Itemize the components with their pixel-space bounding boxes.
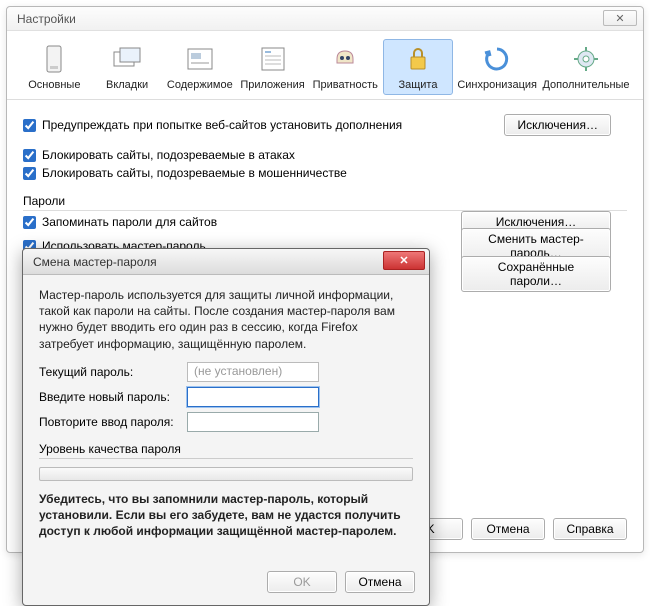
dialog-titlebar: Смена мастер-пароля ✕	[23, 249, 429, 275]
checkbox-block-attack[interactable]	[23, 149, 36, 162]
label-remember-passwords: Запоминать пароли для сайтов	[42, 215, 217, 229]
titlebar: Настройки ✕	[7, 7, 643, 31]
saved-passwords-button[interactable]: Сохранённые пароли…	[461, 256, 611, 292]
sync-icon	[481, 43, 513, 75]
dialog-title: Смена мастер-пароля	[33, 255, 157, 269]
label-warn-addons: Предупреждать при попытке веб-сайтов уст…	[42, 118, 402, 132]
passwords-group-label: Пароли	[23, 194, 627, 211]
new-password-input[interactable]	[187, 387, 319, 407]
dialog-ok-button[interactable]: OK	[267, 571, 337, 593]
lock-icon	[402, 43, 434, 75]
tab-security[interactable]: Защита	[383, 39, 454, 95]
dialog-close-icon[interactable]: ✕	[383, 251, 425, 270]
tab-tabs[interactable]: Вкладки	[92, 39, 163, 95]
repeat-password-label: Повторите ввод пароля:	[39, 415, 187, 429]
current-password-display: (не установлен)	[187, 362, 319, 382]
tab-content[interactable]: Содержимое	[164, 39, 235, 95]
label-block-attack: Блокировать сайты, подозреваемые в атака…	[42, 148, 295, 162]
checkbox-remember-passwords[interactable]	[23, 216, 36, 229]
label-block-fraud: Блокировать сайты, подозреваемые в мошен…	[42, 166, 347, 180]
checkbox-block-fraud[interactable]	[23, 167, 36, 180]
general-icon	[38, 43, 70, 75]
window-title: Настройки	[17, 12, 76, 26]
tab-apps[interactable]: Приложения	[237, 39, 308, 95]
tab-sync[interactable]: Синхронизация	[455, 39, 539, 95]
privacy-icon	[329, 43, 361, 75]
toolbar: Основные Вкладки Содержимое Приложения П…	[7, 31, 643, 100]
current-password-label: Текущий пароль:	[39, 365, 187, 379]
quality-label: Уровень качества пароля	[39, 442, 413, 459]
gear-icon	[570, 43, 602, 75]
tab-general[interactable]: Основные	[19, 39, 90, 95]
content-icon	[184, 43, 216, 75]
quality-meter	[39, 467, 413, 481]
checkbox-warn-addons[interactable]	[23, 119, 36, 132]
tab-privacy[interactable]: Приватность	[310, 39, 381, 95]
tab-advanced[interactable]: Дополнительные	[541, 39, 631, 95]
dialog-cancel-button[interactable]: Отмена	[345, 571, 415, 593]
repeat-password-input[interactable]	[187, 412, 319, 432]
dialog-warning: Убедитесь, что вы запомнили мастер-парол…	[39, 491, 413, 540]
help-button[interactable]: Справка	[553, 518, 627, 540]
change-master-dialog: Смена мастер-пароля ✕ Мастер-пароль испо…	[22, 248, 430, 606]
exceptions-addons-button[interactable]: Исключения…	[504, 114, 611, 136]
tabs-icon	[111, 43, 143, 75]
close-icon[interactable]: ✕	[603, 10, 637, 26]
dialog-intro: Мастер-пароль используется для защиты ли…	[39, 287, 413, 352]
apps-icon	[257, 43, 289, 75]
cancel-button[interactable]: Отмена	[471, 518, 545, 540]
new-password-label: Введите новый пароль:	[39, 390, 187, 404]
